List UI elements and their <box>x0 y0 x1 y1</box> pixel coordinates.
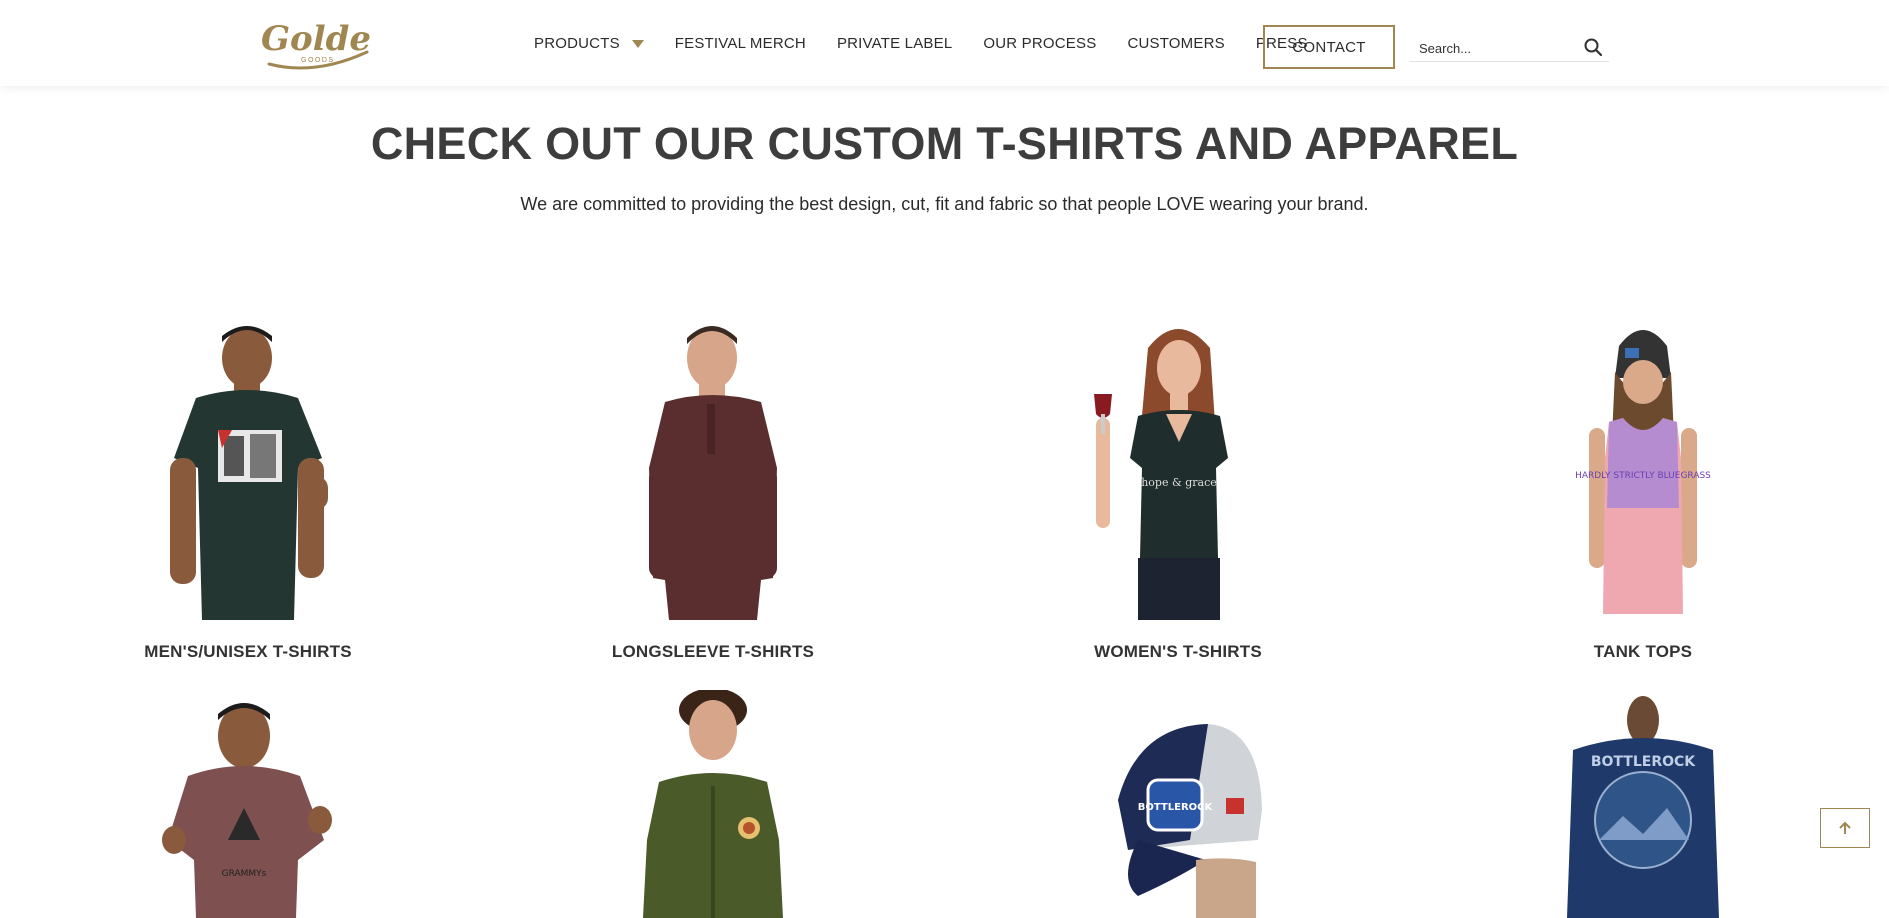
product-image-blanket: BOTTLEROCK <box>1567 696 1719 918</box>
product-image-mens-tshirt <box>170 326 328 620</box>
contact-button-label: CONTACT <box>1292 38 1366 56</box>
svg-text:HARDLY STRICTLY BLUEGRASS: HARDLY STRICTLY BLUEGRASS <box>1575 471 1711 481</box>
svg-text:BOTTLEROCK: BOTTLEROCK <box>1591 754 1696 770</box>
product-label: LONGSLEEVE T-SHIRTS <box>611 642 815 661</box>
contact-button[interactable]: CONTACT <box>1263 25 1395 69</box>
search-input[interactable] <box>1419 38 1579 58</box>
svg-text:GRAMMYs: GRAMMYs <box>222 869 267 879</box>
main-nav: PRODUCTS FESTIVAL MERCH PRIVATE LABEL OU… <box>534 0 1308 86</box>
search-icon[interactable] <box>1583 37 1603 57</box>
page-subtitle: We are committed to providing the best d… <box>520 194 1369 214</box>
nav-item-label: CUSTOMERS <box>1127 34 1225 52</box>
nav-item-private-label[interactable]: PRIVATE LABEL <box>837 35 952 52</box>
search-box <box>1409 36 1609 62</box>
svg-text:GOODS: GOODS <box>301 57 335 64</box>
svg-text:BOTTLEROCK: BOTTLEROCK <box>1138 802 1214 813</box>
product-image-bomber-jacket <box>643 690 783 918</box>
product-label: MEN'S/UNISEX T-SHIRTS <box>144 642 352 661</box>
product-label: WOMEN'S T-SHIRTS <box>1094 642 1262 661</box>
product-image-hoodie: GRAMMYs <box>162 703 332 918</box>
nav-item-festival-merch[interactable]: FESTIVAL MERCH <box>675 35 806 52</box>
product-image-longsleeve <box>649 326 777 620</box>
nav-item-label: PRODUCTS <box>534 34 620 52</box>
golden-goods-logo[interactable]: Golden GOODS <box>257 12 373 74</box>
back-to-top-button[interactable] <box>1820 808 1870 848</box>
caret-down-icon <box>631 40 644 48</box>
product-image-womens-tshirt: hope & grace <box>1094 329 1228 620</box>
arrow-up-icon <box>1839 821 1851 834</box>
site-header: Golden GOODS PRODUCTS FESTIVAL MERCH PRI… <box>0 0 1889 86</box>
svg-text:Golden: Golden <box>261 19 373 59</box>
product-image-trucker-hat: BOTTLEROCK <box>1118 724 1262 918</box>
page-title: CHECK OUT OUR CUSTOM T-SHIRTS AND APPARE… <box>370 118 1519 169</box>
nav-item-products[interactable]: PRODUCTS <box>534 35 644 52</box>
nav-item-label: PRIVATE LABEL <box>836 34 953 52</box>
product-image-tank-top: HARDLY STRICTLY BLUEGRASS <box>1575 330 1711 614</box>
product-label: TANK TOPS <box>1593 642 1693 661</box>
nav-item-our-process[interactable]: OUR PROCESS <box>983 35 1096 52</box>
nav-item-customers[interactable]: CUSTOMERS <box>1127 35 1224 52</box>
svg-text:hope & grace: hope & grace <box>1141 476 1217 489</box>
nav-item-label: FESTIVAL MERCH <box>674 34 806 52</box>
nav-item-label: OUR PROCESS <box>983 34 1097 52</box>
